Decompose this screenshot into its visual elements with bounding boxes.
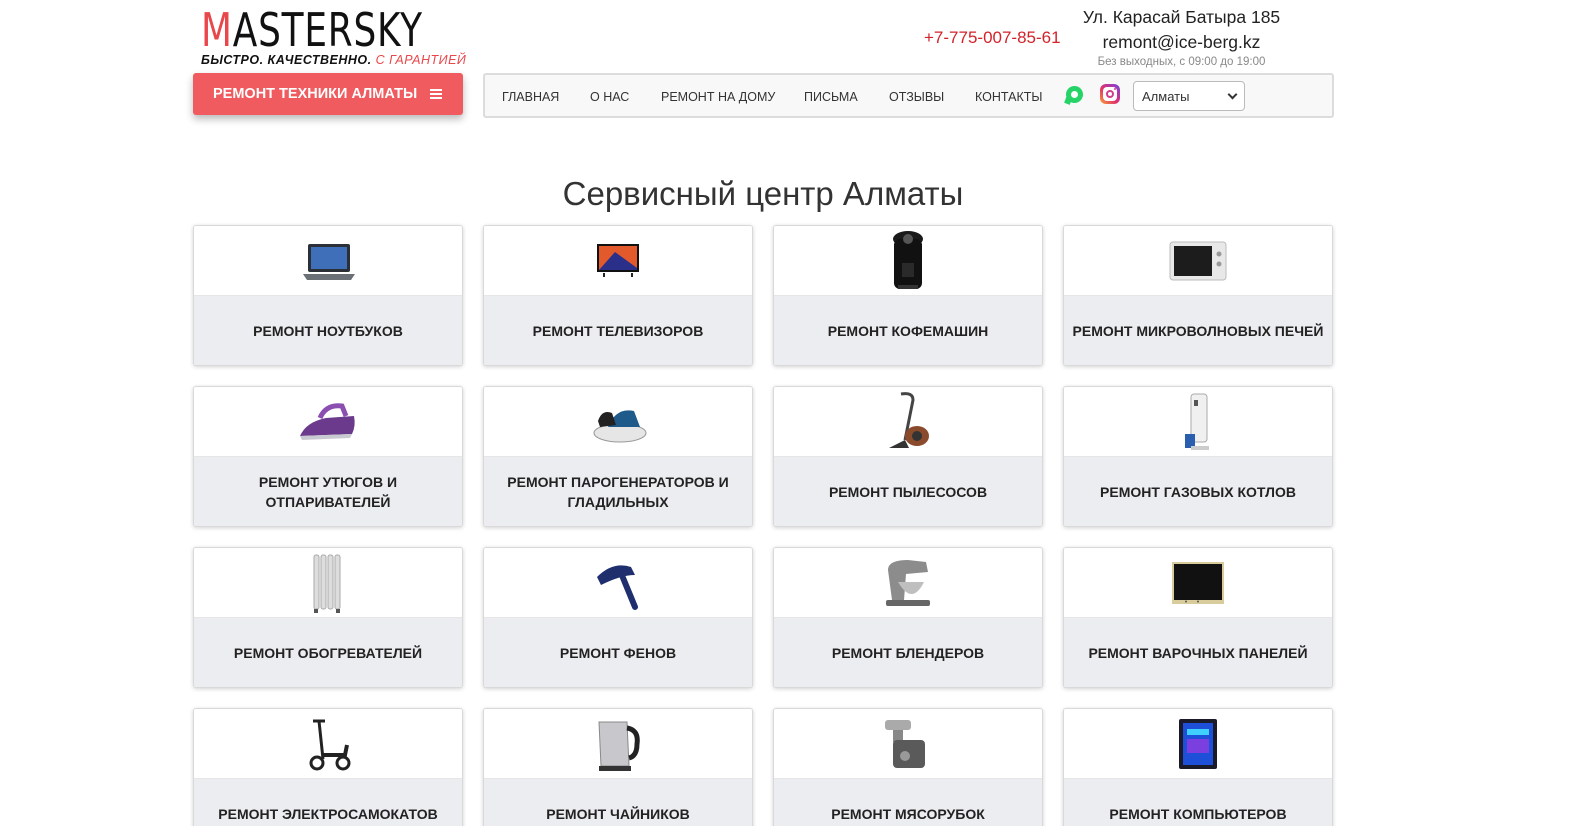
computer-icon [1179,718,1217,769]
city-select-value: Алматы [1142,88,1190,104]
service-card-label: РЕМОНТ КОФЕМАШИН [774,296,1042,365]
card-image [1064,226,1332,296]
service-card-label: РЕМОНТ МИКРОВОЛНОВЫХ ПЕЧЕЙ [1064,296,1332,365]
heater-icon [313,554,341,613]
card-image [774,709,1042,779]
address-text: Ул. Карасай Батыра 185 [1082,7,1281,27]
service-card-electric-scooters[interactable]: РЕМОНТ ЭЛЕКТРОСАМОКАТОВ [193,708,463,826]
service-card-cooktops[interactable]: РЕМОНТ ВАРОЧНЫХ ПАНЕЛЕЙ [1063,547,1333,688]
gas-boiler-icon [1185,393,1209,450]
service-card-label: РЕМОНТ ПЫЛЕСОСОВ [774,457,1042,526]
page-title: Сервисный центр Алматы [562,175,964,212]
service-card-label: РЕМОНТ ЭЛЕКТРОСАМОКАТОВ [194,779,462,826]
service-card-blenders[interactable]: РЕМОНТ БЛЕНДЕРОВ [773,547,1043,688]
card-image [484,387,752,457]
card-image [194,226,462,296]
service-card-label: РЕМОНТ ЧАЙНИКОВ [484,779,752,826]
card-image [194,709,462,779]
card-image [1064,548,1332,618]
card-image [1064,387,1332,457]
kettle-icon [598,721,640,771]
card-image [194,548,462,618]
service-card-label: РЕМОНТ ОБОГРЕВАТЕЛЕЙ [194,618,462,687]
city-select[interactable]: Алматы [1133,81,1245,111]
laptop-icon [303,243,355,280]
card-image [774,548,1042,618]
service-card-label: РЕМОНТ УТЮГОВ И ОТПАРИВАТЕЛЕЙ [194,457,462,526]
card-image [484,226,752,296]
service-card-laptops[interactable]: РЕМОНТ НОУТБУКОВ [193,225,463,366]
service-card-label: РЕМОНТ ГАЗОВЫХ КОТЛОВ [1064,457,1332,526]
nav-item-about[interactable]: О НАС [590,90,629,104]
chevron-down-icon [1227,89,1238,100]
phone-link[interactable]: +7-775-007-85-61 [924,28,1061,48]
service-card-kettles[interactable]: РЕМОНТ ЧАЙНИКОВ [483,708,753,826]
service-card-label: РЕМОНТ ТЕЛЕВИЗОРОВ [484,296,752,365]
category-menu-label: РЕМОНТ ТЕХНИКИ АЛМАТЫ [213,86,418,102]
service-card-vacuum-cleaners[interactable]: РЕМОНТ ПЫЛЕСОСОВ [773,386,1043,527]
service-card-heaters[interactable]: РЕМОНТ ОБОГРЕВАТЕЛЕЙ [193,547,463,688]
services-grid: РЕМОНТ НОУТБУКОВ РЕМОНТ ТЕЛЕВИЗОРОВ РЕМО… [193,225,1334,826]
service-card-gas-boilers[interactable]: РЕМОНТ ГАЗОВЫХ КОТЛОВ [1063,386,1333,527]
nav-item-letters[interactable]: ПИСЬМА [804,90,858,104]
service-card-label: РЕМОНТ НОУТБУКОВ [194,296,462,365]
service-card-tvs[interactable]: РЕМОНТ ТЕЛЕВИЗОРОВ [483,225,753,366]
nav-item-home[interactable]: ГЛАВНАЯ [502,90,559,104]
working-hours: Без выходных, с 09:00 до 19:00 [1097,56,1266,68]
category-menu-button[interactable]: РЕМОНТ ТЕХНИКИ АЛМАТЫ [193,73,463,115]
service-card-label: РЕМОНТ ВАРОЧНЫХ ПАНЕЛЕЙ [1064,618,1332,687]
whatsapp-icon[interactable] [1066,86,1083,103]
steam-generator-icon [593,409,647,442]
cooktop-icon [1172,561,1224,604]
email-link[interactable]: remont@ice-berg.kz [1080,32,1283,53]
nav-item-contacts[interactable]: КОНТАКТЫ [975,90,1042,104]
nav-item-reviews[interactable]: ОТЗЫВЫ [889,90,944,104]
instagram-icon[interactable] [1100,84,1120,104]
microwave-icon [1169,241,1227,280]
nav-item-home-repair[interactable]: РЕМОНТ НА ДОМУ [661,90,775,104]
service-card-steam-generators[interactable]: РЕМОНТ ПАРОГЕНЕРАТОРОВ И ГЛАДИЛЬНЫХ [483,386,753,527]
service-card-irons[interactable]: РЕМОНТ УТЮГОВ И ОТПАРИВАТЕЛЕЙ [193,386,463,527]
site-logo[interactable]: MASTERSKY БЫСТРО. КАЧЕСТВЕННО. С ГАРАНТИ… [201,3,466,68]
service-card-label: РЕМОНТ ПАРОГЕНЕРАТОРОВ И ГЛАДИЛЬНЫХ [484,457,752,526]
service-card-label: РЕМОНТ МЯСОРУБОК [774,779,1042,826]
meat-grinder-icon [885,719,925,768]
card-image [484,548,752,618]
service-card-hair-dryers[interactable]: РЕМОНТ ФЕНОВ [483,547,753,688]
blender-icon [886,559,930,606]
card-image [484,709,752,779]
service-card-label: РЕМОНТ БЛЕНДЕРОВ [774,618,1042,687]
service-card-coffee-machines[interactable]: РЕМОНТ КОФЕМАШИН [773,225,1043,366]
main-nav: ГЛАВНАЯ О НАС РЕМОНТ НА ДОМУ ПИСЬМА ОТЗЫ… [483,73,1334,118]
coffee-machine-icon [893,230,923,289]
card-image [774,387,1042,457]
service-card-label: РЕМОНТ ФЕНОВ [484,618,752,687]
iron-icon [300,402,355,440]
electric-scooter-icon [309,719,351,770]
card-image [774,226,1042,296]
service-card-label: РЕМОНТ КОМПЬЮТЕРОВ [1064,779,1332,826]
vacuum-cleaner-icon [889,391,929,448]
service-card-microwaves[interactable]: РЕМОНТ МИКРОВОЛНОВЫХ ПЕЧЕЙ [1063,225,1333,366]
logo-tagline: БЫСТРО. КАЧЕСТВЕННО. С ГАРАНТИЕЙ [201,53,467,67]
service-card-meat-grinders[interactable]: РЕМОНТ МЯСОРУБОК [773,708,1043,826]
hair-dryer-icon [597,564,638,610]
service-card-computers[interactable]: РЕМОНТ КОМПЬЮТЕРОВ [1063,708,1333,826]
card-image [194,387,462,457]
logo-wordmark: MASTERSKY [201,3,423,57]
hamburger-icon [430,89,442,99]
card-image [1064,709,1332,779]
tv-icon [597,243,639,277]
